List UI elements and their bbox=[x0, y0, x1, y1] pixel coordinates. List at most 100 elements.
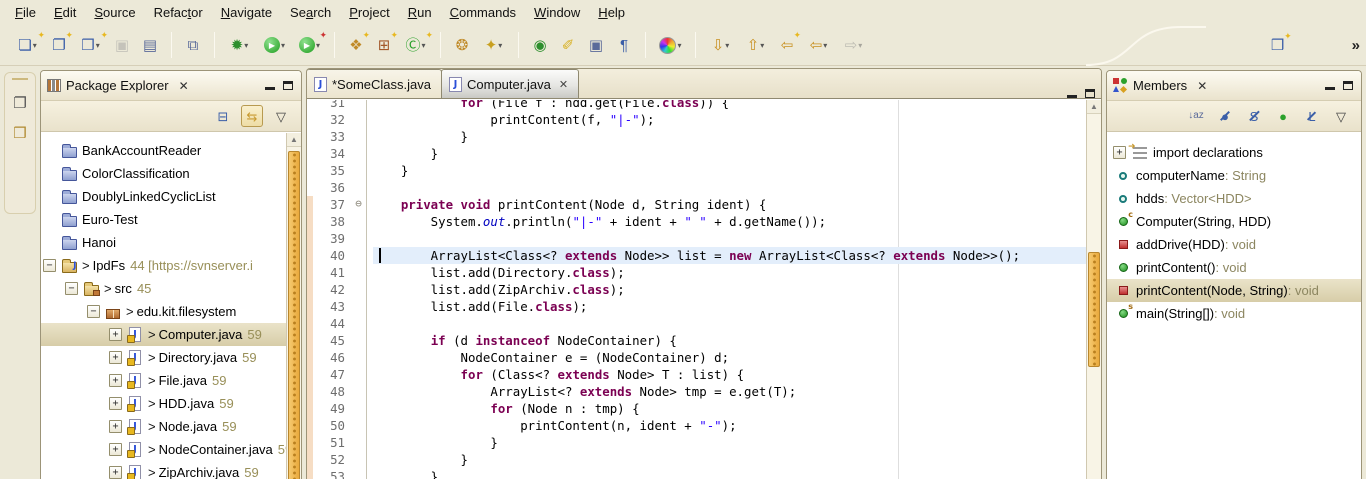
expander-plus-icon[interactable]: + bbox=[1113, 146, 1126, 159]
tree-item[interactable]: Euro-Test bbox=[41, 208, 301, 231]
scrollbar-thumb[interactable] bbox=[288, 151, 300, 479]
new-view-icon[interactable]: ❒✦▾ bbox=[75, 32, 106, 58]
back-icon[interactable]: ⇦▾ bbox=[803, 32, 834, 58]
close-icon[interactable]: ✕ bbox=[1197, 79, 1207, 93]
menu-commands[interactable]: Commands bbox=[441, 2, 525, 23]
tree-item[interactable]: +J>HDD.java59 bbox=[41, 392, 301, 415]
members-list[interactable]: +import declarationscomputerName : Strin… bbox=[1107, 133, 1361, 479]
debug-icon[interactable]: ✹▾ bbox=[224, 32, 255, 58]
code-line[interactable]: 50 printContent(n, ident + "-"); bbox=[307, 417, 1101, 434]
expander-plus-icon[interactable]: + bbox=[109, 374, 122, 387]
expander-plus-icon[interactable]: + bbox=[109, 466, 122, 479]
build-all-icon[interactable]: ⧉ bbox=[181, 32, 205, 58]
editor-tab-computerjava[interactable]: JComputer.java✕ bbox=[441, 69, 579, 98]
code-line[interactable]: 52 } bbox=[307, 451, 1101, 468]
code-line[interactable]: 39 bbox=[307, 230, 1101, 247]
close-icon[interactable]: ✕ bbox=[559, 78, 568, 91]
menu-navigate[interactable]: Navigate bbox=[212, 2, 281, 23]
tree-item[interactable]: −J>IpdFs44 [https://svnserver.i bbox=[41, 254, 301, 277]
maximize-button[interactable] bbox=[1343, 81, 1353, 90]
editor-tab-someclassjava[interactable]: J*SomeClass.java bbox=[306, 69, 442, 98]
run-external-tools-icon[interactable]: ▶✦▾ bbox=[294, 32, 325, 58]
expander-plus-icon[interactable]: + bbox=[109, 328, 122, 341]
tree-item[interactable]: −>src45 bbox=[41, 277, 301, 300]
member-item[interactable]: addDrive(HDD) : void bbox=[1107, 233, 1361, 256]
new-java-project-icon[interactable]: ❖✦ bbox=[344, 32, 368, 58]
code-line[interactable]: 35 } bbox=[307, 162, 1101, 179]
code-line[interactable]: 34 } bbox=[307, 145, 1101, 162]
expander-plus-icon[interactable]: + bbox=[109, 397, 122, 410]
menu-edit[interactable]: Edit bbox=[45, 2, 85, 23]
package-explorer-tree[interactable]: BankAccountReaderColorClassificationDoub… bbox=[41, 133, 301, 479]
scroll-up-icon[interactable]: ▲ bbox=[287, 133, 301, 147]
highlighter-icon[interactable]: ✐ bbox=[556, 32, 580, 58]
member-item[interactable]: computerName : String bbox=[1107, 164, 1361, 187]
menu-run[interactable]: Run bbox=[399, 2, 441, 23]
menu-source[interactable]: Source bbox=[85, 2, 144, 23]
code-line[interactable]: 45 if (d instanceof NodeContainer) { bbox=[307, 332, 1101, 349]
toolbar-overflow-chevron-icon[interactable]: » bbox=[1352, 37, 1358, 54]
tree-item[interactable]: BankAccountReader bbox=[41, 139, 301, 162]
minimize-button[interactable] bbox=[265, 81, 275, 90]
code-editor[interactable]: 31 for (File f : hdd.get(File.class)) {3… bbox=[307, 100, 1101, 479]
code-line[interactable]: 42 list.add(ZipArchiv.class); bbox=[307, 281, 1101, 298]
next-annotation-icon[interactable]: ⇩▾ bbox=[705, 32, 736, 58]
menu-search[interactable]: Search bbox=[281, 2, 340, 23]
hide-local-types-icon[interactable]: L bbox=[1301, 105, 1323, 127]
code-line[interactable]: 47 for (Class<? extends Node> T : list) … bbox=[307, 366, 1101, 383]
code-line[interactable]: 37⊖ private void printContent(Node d, St… bbox=[307, 196, 1101, 213]
tree-item[interactable]: +J>NodeContainer.java59 bbox=[41, 438, 301, 461]
code-line[interactable]: 46 NodeContainer e = (NodeContainer) d; bbox=[307, 349, 1101, 366]
expander-plus-icon[interactable]: + bbox=[109, 420, 122, 433]
member-item[interactable]: printContent() : void bbox=[1107, 256, 1361, 279]
tree-item[interactable]: +J>File.java59 bbox=[41, 369, 301, 392]
new-package-icon[interactable]: ⊞✦ bbox=[372, 32, 396, 58]
tree-item[interactable]: DoublyLinkedCyclicList bbox=[41, 185, 301, 208]
code-line[interactable]: 51 } bbox=[307, 434, 1101, 451]
tree-item[interactable]: ColorClassification bbox=[41, 162, 301, 185]
restore-fast-view-icon[interactable]: ❐ bbox=[5, 88, 35, 118]
code-line[interactable]: 32 printContent(f, "|-"); bbox=[307, 111, 1101, 128]
last-edit-location-icon[interactable]: ⇦✦ bbox=[775, 32, 799, 58]
show-view-icon[interactable]: ❒ bbox=[5, 118, 35, 148]
collapse-all-icon[interactable]: ⊟ bbox=[212, 105, 234, 127]
menu-file[interactable]: File bbox=[6, 2, 45, 23]
show-whitespace-icon[interactable]: ¶ bbox=[612, 32, 636, 58]
code-line[interactable]: 49 for (Node n : tmp) { bbox=[307, 400, 1101, 417]
menu-help[interactable]: Help bbox=[589, 2, 634, 23]
tree-item[interactable]: −>edu.kit.filesystem bbox=[41, 300, 301, 323]
run-icon[interactable]: ▶▾ bbox=[259, 32, 290, 58]
code-line[interactable]: 36 bbox=[307, 179, 1101, 196]
code-line[interactable]: 31 for (File f : hdd.get(File.class)) { bbox=[307, 100, 1101, 111]
tree-item[interactable]: +J>Directory.java59 bbox=[41, 346, 301, 369]
new-wizard-icon[interactable]: ❏✦▾ bbox=[12, 32, 43, 58]
code-line[interactable]: 43 list.add(File.class); bbox=[307, 298, 1101, 315]
code-line[interactable]: 38 System.out.println("|-" + ident + " "… bbox=[307, 213, 1101, 230]
member-item[interactable]: +import declarations bbox=[1107, 141, 1361, 164]
code-line[interactable]: 33 } bbox=[307, 128, 1101, 145]
member-item[interactable]: hdds : Vector<HDD> bbox=[1107, 187, 1361, 210]
member-item[interactable]: cComputer(String, HDD) bbox=[1107, 210, 1361, 233]
search-icon[interactable]: ✦▾ bbox=[478, 32, 509, 58]
sort-icon[interactable]: ↓az bbox=[1185, 105, 1207, 127]
view-menu-icon[interactable]: ▽ bbox=[1330, 105, 1352, 127]
tree-item[interactable]: +J>ZipArchiv.java59 bbox=[41, 461, 301, 479]
run-to-line-icon[interactable]: ◉ bbox=[528, 32, 552, 58]
menu-window[interactable]: Window bbox=[525, 2, 589, 23]
close-icon[interactable]: ✕ bbox=[179, 79, 189, 93]
expander-plus-icon[interactable]: + bbox=[109, 351, 122, 364]
maximize-button[interactable] bbox=[283, 81, 293, 90]
link-with-editor-icon[interactable]: ⇆ bbox=[241, 105, 263, 127]
mark-occurrences-icon[interactable]: ▣ bbox=[584, 32, 608, 58]
code-line[interactable]: 48 ArrayList<? extends Node> tmp = e.get… bbox=[307, 383, 1101, 400]
menu-project[interactable]: Project bbox=[340, 2, 398, 23]
tree-item[interactable]: +J>Node.java59 bbox=[41, 415, 301, 438]
new-class-icon[interactable]: Ⓒ✦▾ bbox=[400, 32, 431, 58]
member-item[interactable]: printContent(Node, String) : void bbox=[1107, 279, 1361, 302]
menu-refactor[interactable]: Refactor bbox=[145, 2, 212, 23]
code-line[interactable]: 44 bbox=[307, 315, 1101, 332]
fold-marker-icon[interactable]: ⊖ bbox=[351, 196, 367, 213]
hide-static-icon[interactable]: S bbox=[1243, 105, 1265, 127]
open-perspective-icon[interactable]: ❒✦ bbox=[1266, 33, 1290, 59]
code-line[interactable]: 41 list.add(Directory.class); bbox=[307, 264, 1101, 281]
